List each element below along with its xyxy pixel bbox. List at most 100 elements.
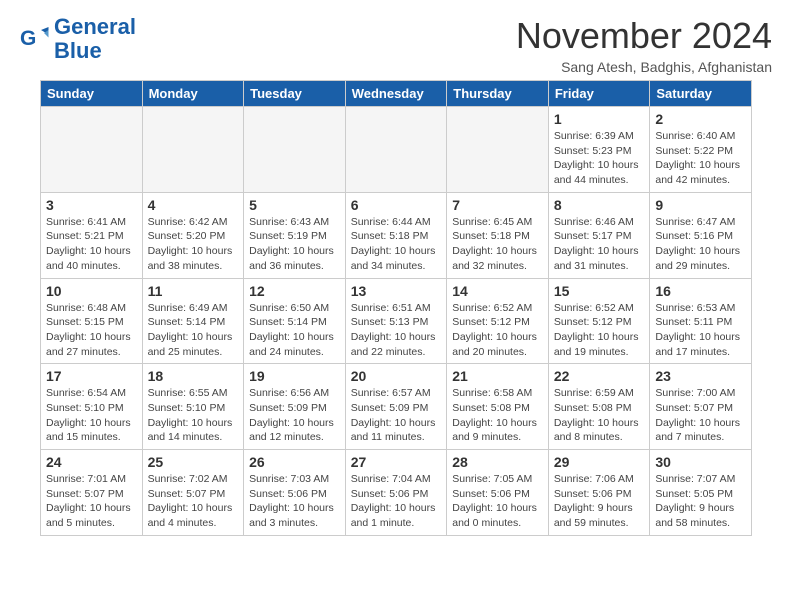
day-number: 25	[148, 454, 239, 470]
logo-line1: General	[54, 15, 136, 39]
day-number: 18	[148, 368, 239, 384]
calendar-cell: 24 Sunrise: 7:01 AM Sunset: 5:07 PM Dayli…	[41, 450, 143, 536]
calendar-cell: 2Sunrise: 6:40 AM Sunset: 5:22 PM Daylig…	[650, 107, 752, 193]
day-number: 10	[46, 283, 137, 299]
day-info: Sunrise: 6:58 AM Sunset: 5:08 PM Dayligh…	[452, 386, 543, 445]
col-header-tuesday: Tuesday	[244, 81, 346, 107]
logo-icon: G	[20, 24, 50, 54]
day-number: 23	[655, 368, 746, 384]
calendar-cell: 9 Sunrise: 6:47 AM Sunset: 5:16 PM Daylig…	[650, 192, 752, 278]
calendar-cell	[447, 107, 549, 193]
day-info: Sunrise: 6:52 AM Sunset: 5:12 PM Dayligh…	[554, 301, 645, 360]
day-number: 16	[655, 283, 746, 299]
title-block: November 2024 Sang Atesh, Badghis, Afgha…	[516, 15, 772, 75]
calendar-cell: 11 Sunrise: 6:49 AM Sunset: 5:14 PM Dayli…	[142, 278, 244, 364]
day-info: Sunrise: 6:50 AM Sunset: 5:14 PM Dayligh…	[249, 301, 340, 360]
calendar-cell: 30 Sunrise: 7:07 AM Sunset: 5:05 PM Dayli…	[650, 450, 752, 536]
calendar-cell: 14 Sunrise: 6:52 AM Sunset: 5:12 PM Dayli…	[447, 278, 549, 364]
day-info: Sunrise: 6:47 AM Sunset: 5:16 PM Dayligh…	[655, 215, 746, 274]
day-info: Sunrise: 7:02 AM Sunset: 5:07 PM Dayligh…	[148, 472, 239, 531]
calendar-header: SundayMondayTuesdayWednesdayThursdayFrid…	[41, 81, 752, 107]
day-number: 8	[554, 197, 645, 213]
day-info: Sunrise: 6:52 AM Sunset: 5:12 PM Dayligh…	[452, 301, 543, 360]
day-number: 12	[249, 283, 340, 299]
calendar-cell: 28Sunrise: 7:05 AM Sunset: 5:06 PM Dayli…	[447, 450, 549, 536]
calendar-cell: 10 Sunrise: 6:48 AM Sunset: 5:15 PM Dayli…	[41, 278, 143, 364]
calendar-cell: 23 Sunrise: 7:00 AM Sunset: 5:07 PM Dayli…	[650, 364, 752, 450]
day-info: Sunrise: 6:59 AM Sunset: 5:08 PM Dayligh…	[554, 386, 645, 445]
calendar-cell: 3 Sunrise: 6:41 AM Sunset: 5:21 PM Daylig…	[41, 192, 143, 278]
day-number: 5	[249, 197, 340, 213]
day-number: 22	[554, 368, 645, 384]
logo: G General Blue	[20, 15, 136, 63]
calendar-cell: 21 Sunrise: 6:58 AM Sunset: 5:08 PM Dayli…	[447, 364, 549, 450]
col-header-saturday: Saturday	[650, 81, 752, 107]
day-info: Sunrise: 6:44 AM Sunset: 5:18 PM Dayligh…	[351, 215, 442, 274]
calendar-cell: 22 Sunrise: 6:59 AM Sunset: 5:08 PM Dayli…	[548, 364, 650, 450]
week-row-1: 3 Sunrise: 6:41 AM Sunset: 5:21 PM Daylig…	[41, 192, 752, 278]
calendar-cell: 15Sunrise: 6:52 AM Sunset: 5:12 PM Dayli…	[548, 278, 650, 364]
calendar-cell: 13 Sunrise: 6:51 AM Sunset: 5:13 PM Dayli…	[345, 278, 447, 364]
logo-line2: Blue	[54, 39, 136, 63]
day-info: Sunrise: 6:54 AM Sunset: 5:10 PM Dayligh…	[46, 386, 137, 445]
col-header-sunday: Sunday	[41, 81, 143, 107]
day-number: 9	[655, 197, 746, 213]
day-info: Sunrise: 6:48 AM Sunset: 5:15 PM Dayligh…	[46, 301, 137, 360]
calendar-cell: 17 Sunrise: 6:54 AM Sunset: 5:10 PM Dayli…	[41, 364, 143, 450]
day-number: 24	[46, 454, 137, 470]
calendar-cell: 26 Sunrise: 7:03 AM Sunset: 5:06 PM Dayli…	[244, 450, 346, 536]
day-number: 7	[452, 197, 543, 213]
day-info: Sunrise: 7:00 AM Sunset: 5:07 PM Dayligh…	[655, 386, 746, 445]
calendar-cell: 29 Sunrise: 7:06 AM Sunset: 5:06 PM Dayli…	[548, 450, 650, 536]
day-number: 11	[148, 283, 239, 299]
day-number: 30	[655, 454, 746, 470]
calendar-cell: 18Sunrise: 6:55 AM Sunset: 5:10 PM Dayli…	[142, 364, 244, 450]
day-number: 19	[249, 368, 340, 384]
month-title: November 2024	[516, 15, 772, 57]
calendar-cell	[142, 107, 244, 193]
day-info: Sunrise: 7:06 AM Sunset: 5:06 PM Dayligh…	[554, 472, 645, 531]
calendar-cell	[244, 107, 346, 193]
day-info: Sunrise: 6:56 AM Sunset: 5:09 PM Dayligh…	[249, 386, 340, 445]
day-info: Sunrise: 6:53 AM Sunset: 5:11 PM Dayligh…	[655, 301, 746, 360]
location: Sang Atesh, Badghis, Afghanistan	[516, 59, 772, 75]
day-number: 29	[554, 454, 645, 470]
col-header-monday: Monday	[142, 81, 244, 107]
day-info: Sunrise: 6:49 AM Sunset: 5:14 PM Dayligh…	[148, 301, 239, 360]
calendar-cell: 1 Sunrise: 6:39 AM Sunset: 5:23 PM Daylig…	[548, 107, 650, 193]
calendar-cell: 12 Sunrise: 6:50 AM Sunset: 5:14 PM Dayli…	[244, 278, 346, 364]
day-info: Sunrise: 6:51 AM Sunset: 5:13 PM Dayligh…	[351, 301, 442, 360]
day-number: 21	[452, 368, 543, 384]
calendar-cell: 27Sunrise: 7:04 AM Sunset: 5:06 PM Dayli…	[345, 450, 447, 536]
col-header-wednesday: Wednesday	[345, 81, 447, 107]
day-info: Sunrise: 7:01 AM Sunset: 5:07 PM Dayligh…	[46, 472, 137, 531]
day-number: 3	[46, 197, 137, 213]
day-info: Sunrise: 6:39 AM Sunset: 5:23 PM Dayligh…	[554, 129, 645, 188]
day-info: Sunrise: 6:45 AM Sunset: 5:18 PM Dayligh…	[452, 215, 543, 274]
week-row-4: 24 Sunrise: 7:01 AM Sunset: 5:07 PM Dayli…	[41, 450, 752, 536]
day-info: Sunrise: 7:07 AM Sunset: 5:05 PM Dayligh…	[655, 472, 746, 531]
day-info: Sunrise: 7:04 AM Sunset: 5:06 PM Dayligh…	[351, 472, 442, 531]
col-header-thursday: Thursday	[447, 81, 549, 107]
day-number: 13	[351, 283, 442, 299]
day-info: Sunrise: 6:46 AM Sunset: 5:17 PM Dayligh…	[554, 215, 645, 274]
calendar: SundayMondayTuesdayWednesdayThursdayFrid…	[40, 80, 752, 536]
calendar-cell: 8 Sunrise: 6:46 AM Sunset: 5:17 PM Daylig…	[548, 192, 650, 278]
calendar-cell	[41, 107, 143, 193]
day-info: Sunrise: 7:05 AM Sunset: 5:06 PM Dayligh…	[452, 472, 543, 531]
day-number: 17	[46, 368, 137, 384]
week-row-3: 17 Sunrise: 6:54 AM Sunset: 5:10 PM Dayli…	[41, 364, 752, 450]
day-number: 14	[452, 283, 543, 299]
calendar-cell: 25 Sunrise: 7:02 AM Sunset: 5:07 PM Dayli…	[142, 450, 244, 536]
calendar-cell: 16 Sunrise: 6:53 AM Sunset: 5:11 PM Dayli…	[650, 278, 752, 364]
day-number: 26	[249, 454, 340, 470]
calendar-cell: 5 Sunrise: 6:43 AM Sunset: 5:19 PM Daylig…	[244, 192, 346, 278]
day-number: 1	[554, 111, 645, 127]
day-info: Sunrise: 6:41 AM Sunset: 5:21 PM Dayligh…	[46, 215, 137, 274]
calendar-cell: 7 Sunrise: 6:45 AM Sunset: 5:18 PM Daylig…	[447, 192, 549, 278]
day-info: Sunrise: 6:43 AM Sunset: 5:19 PM Dayligh…	[249, 215, 340, 274]
day-number: 6	[351, 197, 442, 213]
calendar-cell: 6 Sunrise: 6:44 AM Sunset: 5:18 PM Daylig…	[345, 192, 447, 278]
day-number: 4	[148, 197, 239, 213]
day-info: Sunrise: 7:03 AM Sunset: 5:06 PM Dayligh…	[249, 472, 340, 531]
